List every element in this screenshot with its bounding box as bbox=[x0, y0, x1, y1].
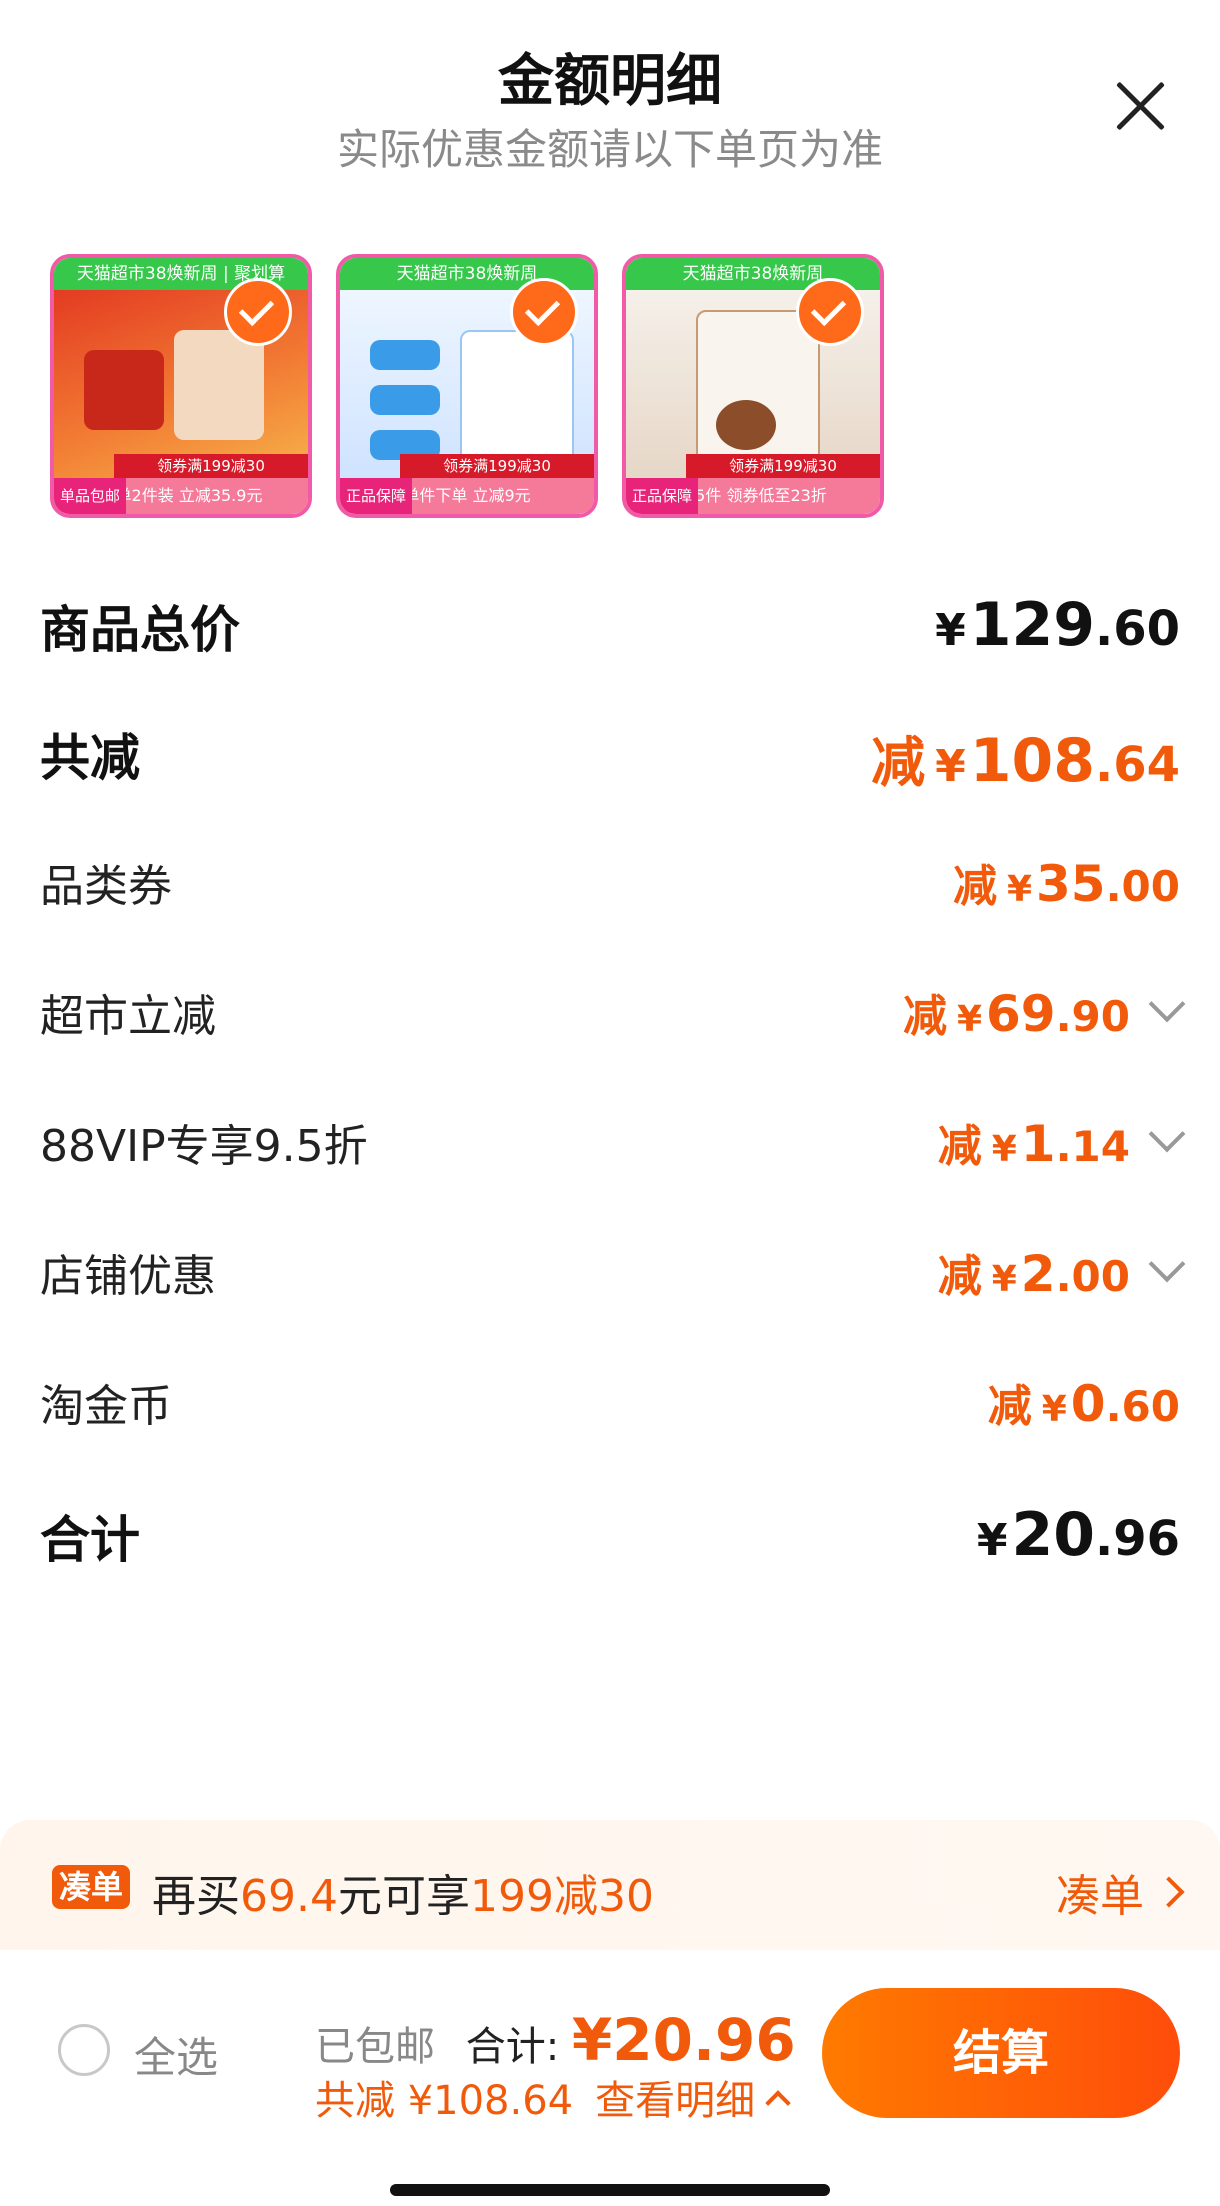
add-on-link[interactable]: 凑单 bbox=[1056, 1860, 1185, 1924]
select-all-label[interactable]: 全选 bbox=[134, 2024, 218, 2085]
discount-item-amount: 减 ¥ 0 .60 bbox=[987, 1375, 1180, 1433]
discount-item-label: 店铺优惠 bbox=[40, 1251, 216, 1302]
chevron-up-icon bbox=[765, 2090, 791, 2116]
chevron-down-icon[interactable] bbox=[1148, 1245, 1186, 1283]
page-title: 金额明细 bbox=[498, 49, 722, 114]
saved-amount: 共减 ¥108.64 bbox=[315, 2078, 574, 2124]
discount-item-row[interactable]: 超市立减 减 ¥ 69 .90 bbox=[40, 980, 1186, 1060]
total-value: ¥20.96 bbox=[571, 2006, 796, 2074]
view-detail-link[interactable]: 查看明细 bbox=[595, 2068, 755, 2126]
total-label: 合计: bbox=[465, 2024, 560, 2070]
discount-item-amount: 减 ¥ 35 .00 bbox=[952, 855, 1180, 913]
shipping-label: 已包邮 bbox=[315, 2024, 435, 2070]
discount-item-row[interactable]: 店铺优惠 减 ¥ 2 .00 bbox=[40, 1240, 1186, 1320]
total-price-amount: ¥ 129 .60 bbox=[935, 590, 1180, 660]
sheet-header: 金额明细 实际优惠金额请以下单页为准 bbox=[0, 0, 1220, 174]
product-promo: 领券满199减30 bbox=[400, 454, 594, 478]
discount-item-amount: 减 ¥ 2 .00 bbox=[938, 1240, 1186, 1304]
discount-item-amount: 减 ¥ 69 .90 bbox=[903, 980, 1186, 1044]
check-icon[interactable] bbox=[796, 278, 864, 346]
coupon-badge: 凑单 bbox=[52, 1865, 130, 1909]
product-card[interactable]: 天猫超市38焕新周 领券满199减30 单件下单 立减9元 正品保障 bbox=[336, 254, 598, 518]
product-card[interactable]: 天猫超市38焕新周 领券满199减30 拍5件 领券低至23折 正品保障 bbox=[622, 254, 884, 518]
chevron-down-icon[interactable] bbox=[1148, 1115, 1186, 1153]
product-tag: 单品包邮 bbox=[54, 478, 127, 514]
discount-item-row: 淘金币 减 ¥ 0 .60 bbox=[40, 1370, 1180, 1450]
total-price-row: 商品总价 ¥ 129 .60 bbox=[40, 590, 1180, 670]
discount-item-label: 超市立减 bbox=[40, 991, 216, 1042]
final-total-amount: ¥ 20 .96 bbox=[976, 1500, 1180, 1570]
check-icon[interactable] bbox=[510, 278, 578, 346]
total-discount-row: 共减 减 ¥ 108 .64 bbox=[40, 718, 1180, 798]
discount-item-row[interactable]: 88VIP专享9.5折 减 ¥ 1 .14 bbox=[40, 1110, 1186, 1190]
final-total-label: 合计 bbox=[40, 1511, 140, 1569]
product-card[interactable]: 天猫超市38焕新周 | 聚划算 领券满199减30 下单2件装 立减35.9元 … bbox=[50, 254, 312, 518]
page-subtitle: 实际优惠金额请以下单页为准 bbox=[336, 125, 883, 174]
total-discount-label: 共减 bbox=[40, 729, 140, 787]
product-thumbnails: 天猫超市38焕新周 | 聚划算 领券满199减30 下单2件装 立减35.9元 … bbox=[50, 254, 884, 526]
discount-item-label: 品类券 bbox=[40, 861, 172, 912]
coupon-bar: 凑单 再买69.4元可享199减30 凑单 bbox=[0, 1820, 1220, 1950]
close-icon[interactable] bbox=[1112, 78, 1168, 134]
check-icon[interactable] bbox=[224, 278, 292, 346]
discount-item-row: 品类券 减 ¥ 35 .00 bbox=[40, 850, 1180, 930]
bottom-total: 已包邮 合计: ¥20.96 bbox=[315, 2006, 796, 2074]
product-promo: 领券满199减30 bbox=[114, 454, 308, 478]
chevron-down-icon[interactable] bbox=[1148, 985, 1186, 1023]
home-indicator bbox=[390, 2184, 830, 2196]
discount-item-amount: 减 ¥ 1 .14 bbox=[938, 1110, 1186, 1174]
final-total-row: 合计 ¥ 20 .96 bbox=[40, 1500, 1180, 1580]
saved-summary[interactable]: 共减 ¥108.64 查看明细 bbox=[315, 2068, 791, 2126]
product-tag: 正品保障 bbox=[340, 478, 413, 514]
discount-item-label: 88VIP专享9.5折 bbox=[40, 1121, 368, 1172]
discount-item-label: 淘金币 bbox=[40, 1381, 172, 1432]
total-discount-amount: 减 ¥ 108 .64 bbox=[871, 726, 1180, 796]
bottom-bar: 全选 已包邮 合计: ¥20.96 共减 ¥108.64 查看明细 结算 bbox=[0, 1950, 1220, 2206]
checkout-button[interactable]: 结算 bbox=[822, 1988, 1180, 2118]
select-all-radio[interactable] bbox=[58, 2024, 110, 2076]
total-price-label: 商品总价 bbox=[40, 601, 240, 659]
product-tag: 正品保障 bbox=[626, 478, 699, 514]
product-promo: 领券满199减30 bbox=[686, 454, 880, 478]
chevron-right-icon bbox=[1153, 1876, 1185, 1908]
coupon-message: 再买69.4元可享199减30 bbox=[152, 1871, 654, 1922]
